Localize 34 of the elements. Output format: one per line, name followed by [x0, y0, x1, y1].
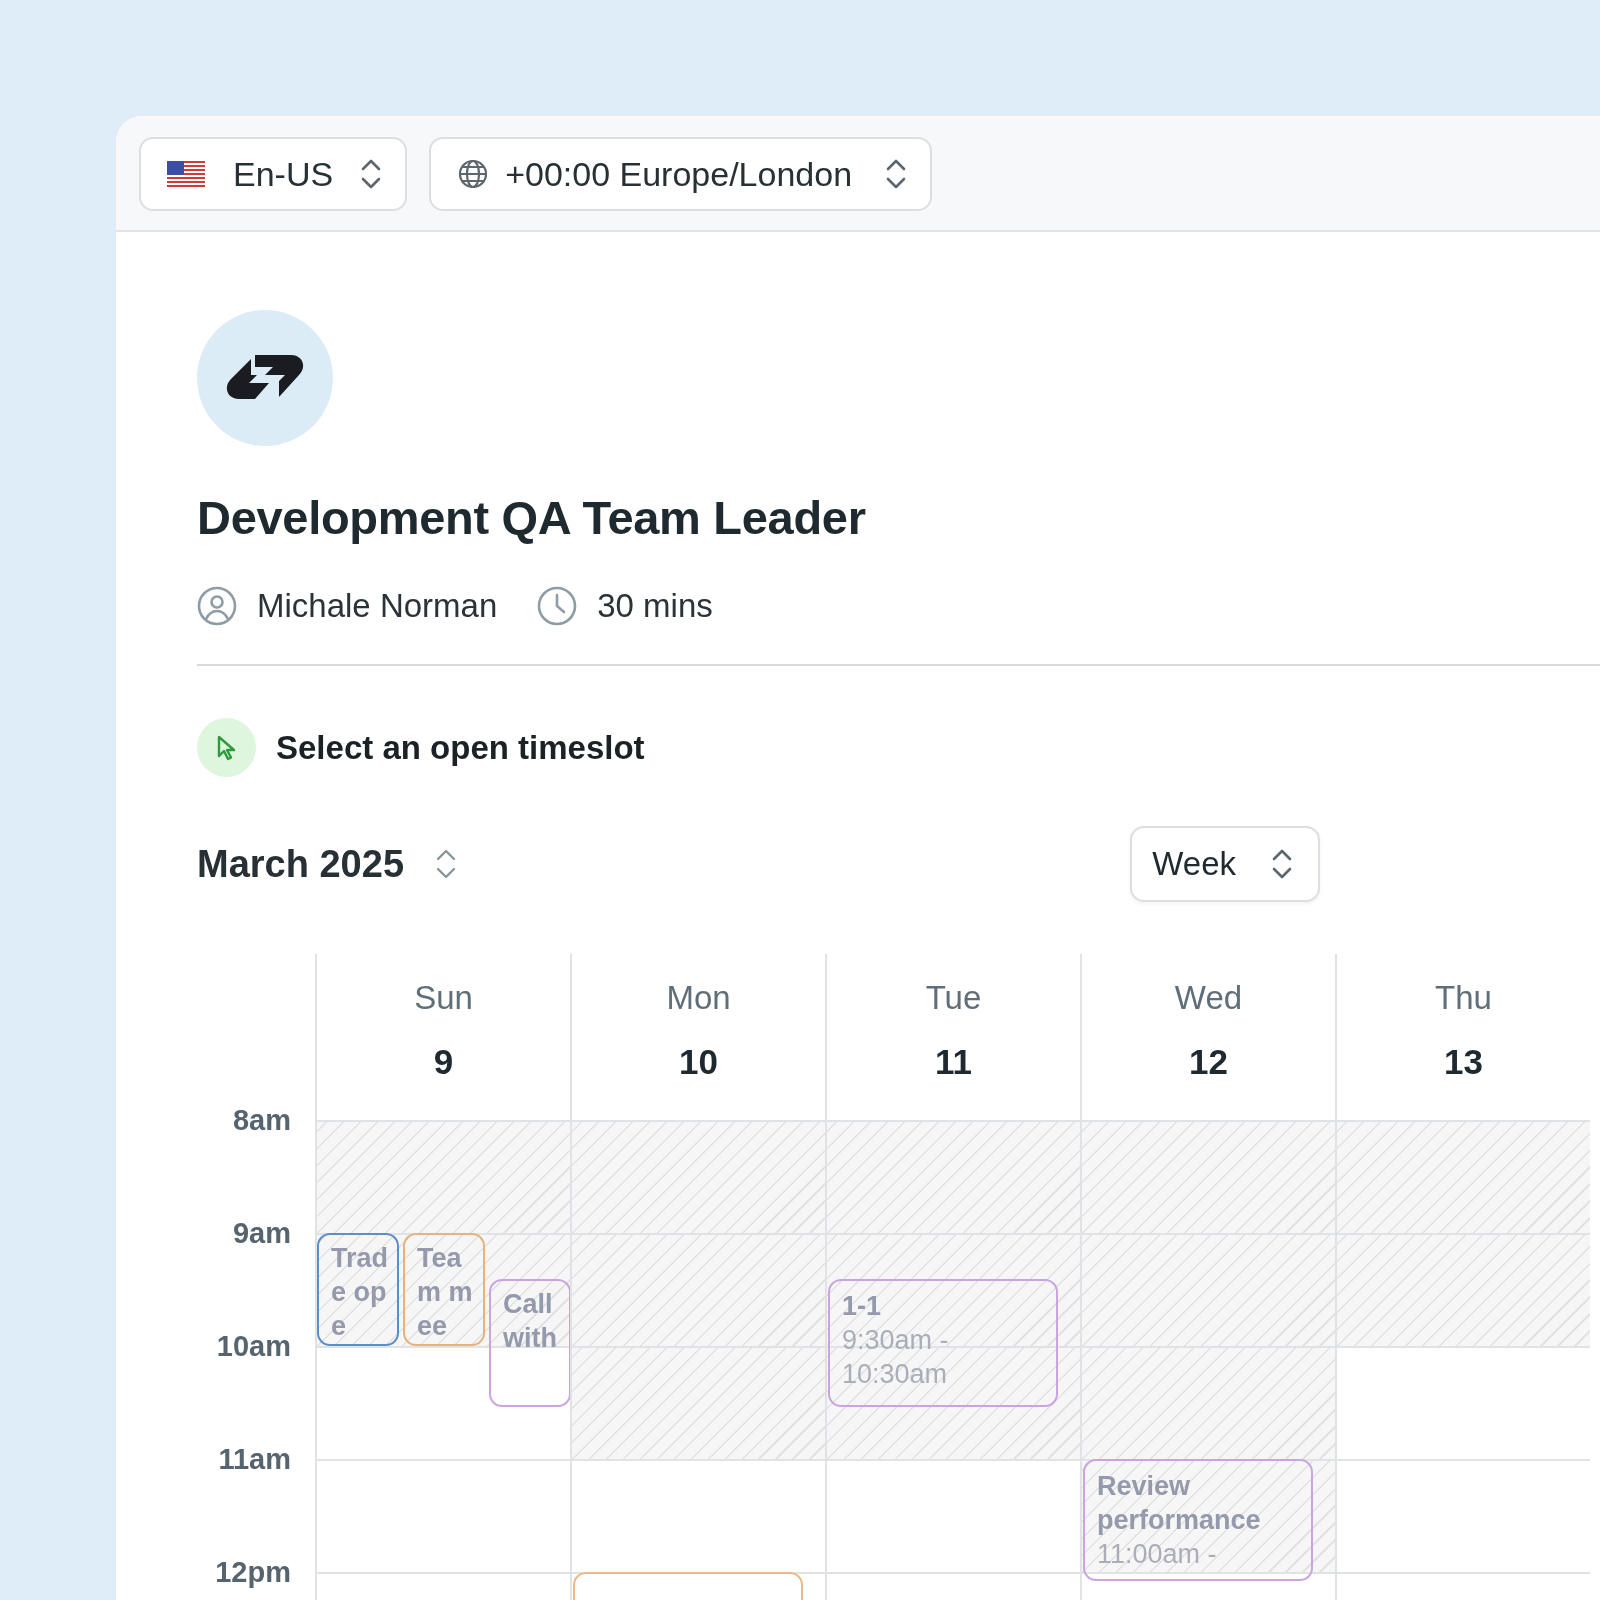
hour-label: 9am	[232, 1216, 291, 1249]
flag-icon	[167, 161, 205, 187]
locale-select[interactable]: En-US	[139, 137, 408, 211]
day-name: Tue	[924, 978, 983, 1018]
day-date: 10	[678, 1042, 719, 1082]
chevron-updown-icon[interactable]	[434, 847, 458, 881]
host-name: Michale Norman	[257, 587, 498, 625]
calendar-event[interactable]: Team mee	[403, 1233, 485, 1346]
day-name: Sun	[413, 978, 474, 1018]
day-name: Thu	[1434, 978, 1493, 1018]
event-title: Development QA Team Leader	[197, 490, 867, 546]
calendar-event[interactable]: Trade ope	[317, 1233, 399, 1346]
day-date: 11	[934, 1042, 973, 1082]
month-title: March 2025	[197, 842, 404, 886]
hour-label: 10am	[216, 1329, 291, 1362]
clock-icon	[537, 586, 578, 626]
duration-text: 30 mins	[597, 587, 713, 625]
day-date: 13	[1443, 1042, 1484, 1082]
prompt-text: Select an open timeslot	[276, 728, 645, 767]
globe-icon	[457, 158, 490, 190]
day-name: Mon	[665, 978, 732, 1018]
logo-icon	[225, 355, 305, 401]
day-date: 12	[1188, 1042, 1229, 1082]
calendar-event[interactable]: 1-1 9:30am - 10:30am	[828, 1279, 1058, 1407]
hour-label: 12pm	[215, 1555, 291, 1588]
hour-label: 8am	[232, 1103, 291, 1136]
chevron-updown-icon	[1270, 847, 1294, 881]
view-select[interactable]: Week	[1130, 826, 1320, 902]
timezone-select[interactable]: +00:00 Europe/London	[429, 137, 933, 211]
hour-label: 11am	[218, 1442, 291, 1475]
calendar-event[interactable]: Review performance 11:00am -	[1083, 1459, 1313, 1581]
day-date: 9	[432, 1042, 455, 1082]
day-name: Wed	[1173, 978, 1244, 1018]
user-icon	[197, 586, 237, 626]
